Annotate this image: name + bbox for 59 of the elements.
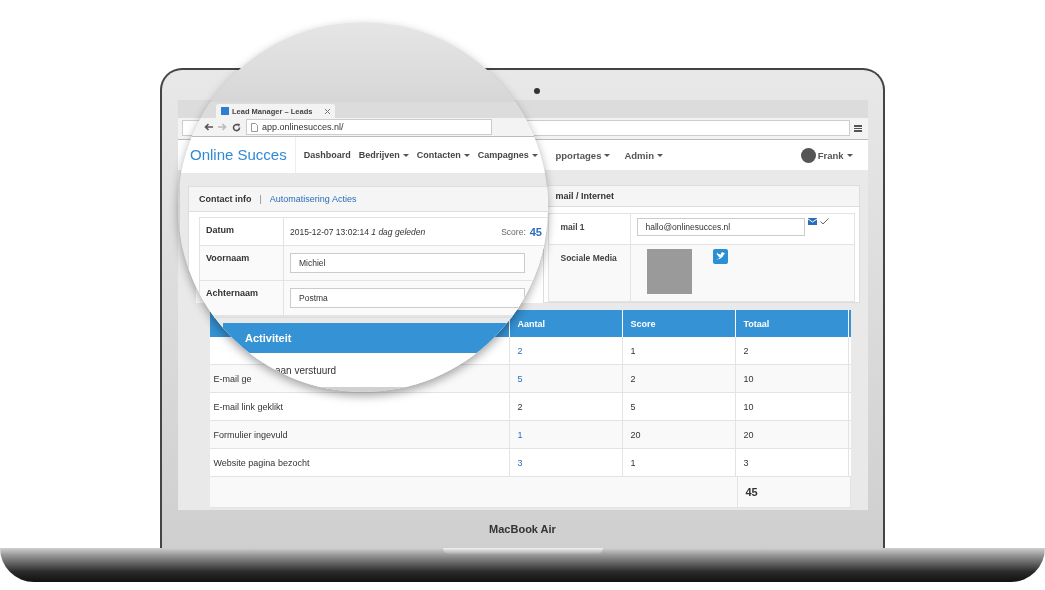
column-header: Totaal <box>735 310 849 337</box>
panel-title: mail / Internet <box>555 191 614 201</box>
menu-icon[interactable] <box>853 125 862 132</box>
table-cell: 2 <box>517 401 523 412</box>
nav-menu-item[interactable]: Bedrijven <box>358 150 409 160</box>
table-cell: Website pagina bezocht <box>213 457 310 468</box>
table-cell: 2 <box>743 345 749 356</box>
nav-menu-item[interactable]: pportages <box>555 149 611 161</box>
envelope-icon[interactable] <box>807 218 817 225</box>
count-link[interactable]: 3 <box>517 457 523 468</box>
field-label: Voornaam <box>200 246 284 280</box>
nav-menu-item[interactable]: Campagnes <box>477 150 538 160</box>
avatar-icon[interactable] <box>800 147 816 163</box>
table-cell: E-mail ge <box>213 373 252 384</box>
email-field[interactable]: hallo@onlinesucces.nl <box>636 218 805 236</box>
score-value: 45 <box>529 225 542 238</box>
table-cell: 20 <box>743 429 754 440</box>
count-link[interactable]: 5 <box>517 373 523 384</box>
table-cell: 1 <box>630 457 636 468</box>
camera-icon <box>534 88 540 94</box>
count-link[interactable]: 1 <box>517 429 523 440</box>
column-header: Score <box>622 310 736 337</box>
table-cell: 2 <box>630 373 636 384</box>
table-cell: Formulier ingevuld <box>213 429 288 440</box>
table-cell: 5 <box>630 401 636 412</box>
photo-placeholder <box>646 249 692 294</box>
score-label: Score: <box>501 226 526 237</box>
close-icon[interactable] <box>325 108 331 114</box>
table-cell: 10 <box>743 401 754 412</box>
bird-icon[interactable] <box>712 249 728 264</box>
input-field[interactable]: Michiel <box>290 253 525 273</box>
table-cell: E-mail link geklikt <box>213 401 284 412</box>
nav-menu-item[interactable]: Dashboard <box>303 150 351 160</box>
field-label: Datum <box>200 218 284 245</box>
date-text: 2015-12-07 13:02:14 1 dag geleden <box>290 226 426 237</box>
table-cell: 10 <box>743 373 754 384</box>
table-cell: 3 <box>743 457 749 468</box>
nav-menu-item[interactable]: Contacten <box>416 150 470 160</box>
device-label: MacBook Air <box>489 523 556 535</box>
table-cell: 1 <box>630 345 636 356</box>
field-label: Achternaam <box>200 281 284 315</box>
page-icon <box>251 122 258 132</box>
caret-icon <box>846 153 853 157</box>
table-cell: 20 <box>630 429 641 440</box>
user-menu[interactable]: Frank <box>817 149 853 161</box>
separator: | <box>259 194 262 204</box>
input-field[interactable]: Postma <box>290 288 525 308</box>
reload-icon[interactable] <box>232 122 241 132</box>
back-icon[interactable] <box>204 123 213 131</box>
count-link[interactable]: 2 <box>517 345 523 356</box>
nav-menu-item[interactable]: Admin <box>624 149 663 161</box>
logo[interactable]: Online Succes <box>190 137 296 173</box>
field-label: mail 1 <box>560 222 585 232</box>
address-field[interactable]: app.onlinesucces.nl/ <box>246 119 492 135</box>
panel-tab[interactable]: Contact info <box>199 194 252 204</box>
favicon-icon <box>221 107 229 115</box>
panel-tab[interactable]: Automatisering Acties <box>269 194 357 204</box>
grand-total: 45 <box>745 486 758 498</box>
field-label: Sociale Media <box>560 253 617 263</box>
